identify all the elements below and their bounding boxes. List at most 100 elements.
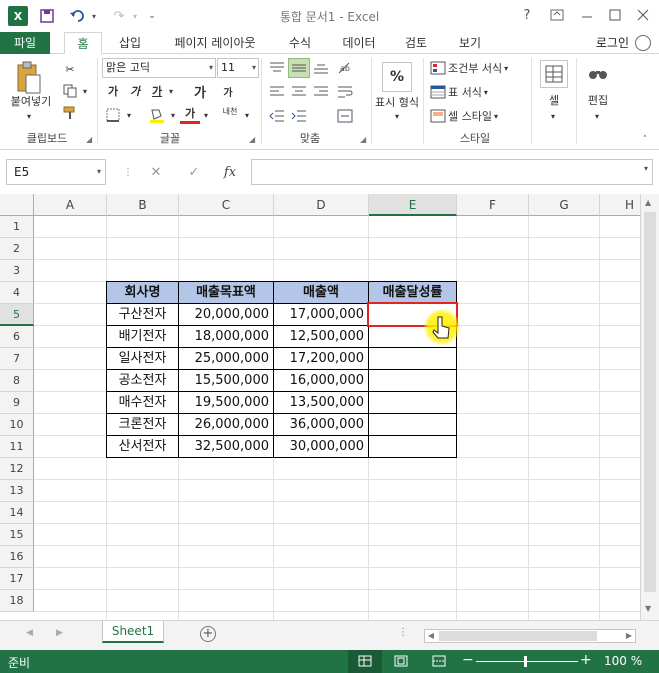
next-sheet-icon[interactable]: ▶: [56, 628, 63, 638]
tab-review[interactable]: 검토: [396, 32, 436, 54]
target-sales-cell[interactable]: 32,500,000: [178, 435, 274, 458]
collapse-ribbon-icon[interactable]: ˄: [638, 134, 652, 146]
orientation-icon[interactable]: ab: [334, 58, 356, 78]
tab-file[interactable]: 파일: [0, 32, 50, 54]
scroll-up-icon[interactable]: ▲: [645, 198, 651, 207]
row-header-10[interactable]: 10: [0, 414, 34, 436]
row-header-7[interactable]: 7: [0, 348, 34, 370]
column-header-e[interactable]: E: [369, 194, 457, 216]
name-box[interactable]: E5 ▾: [6, 159, 106, 185]
prev-sheet-icon[interactable]: ◀: [26, 628, 33, 638]
company-name-cell[interactable]: 매수전자: [106, 391, 179, 414]
scroll-thumb[interactable]: [644, 212, 656, 592]
zoom-in-icon[interactable]: +: [580, 652, 592, 668]
align-center-icon[interactable]: [288, 82, 310, 102]
table-header-cell[interactable]: 매출액: [273, 281, 369, 304]
maximize-icon[interactable]: [602, 4, 628, 26]
row-header-6[interactable]: 6: [0, 326, 34, 348]
fill-color-icon[interactable]: [146, 106, 168, 124]
paste-button[interactable]: 붙여넣기: [6, 94, 56, 108]
new-sheet-icon[interactable]: +: [200, 626, 216, 642]
scroll-right-icon[interactable]: ▶: [623, 630, 635, 642]
target-sales-cell[interactable]: 25,000,000: [178, 347, 274, 370]
normal-view-button[interactable]: [348, 650, 382, 673]
phonetic-dropdown-icon[interactable]: ▾: [242, 106, 252, 124]
font-color-dropdown-icon[interactable]: ▾: [201, 106, 211, 124]
row-header-1[interactable]: 1: [0, 216, 34, 238]
ribbon-display-icon[interactable]: [544, 4, 570, 26]
sales-cell[interactable]: 13,500,000: [273, 391, 369, 414]
minimize-icon[interactable]: [574, 4, 600, 26]
tab-view[interactable]: 보기: [450, 32, 490, 54]
number-format-percent-button[interactable]: %: [382, 62, 412, 92]
tab-page-layout[interactable]: 페이지 레이아웃: [164, 32, 266, 54]
row-header-5[interactable]: 5: [0, 304, 34, 326]
column-header-a[interactable]: A: [34, 194, 107, 216]
table-format-icon[interactable]: [428, 84, 448, 100]
achievement-rate-cell[interactable]: [368, 369, 457, 392]
insert-function-icon[interactable]: fx: [218, 161, 242, 183]
company-name-cell[interactable]: 일사전자: [106, 347, 179, 370]
sales-cell[interactable]: 16,000,000: [273, 369, 369, 392]
align-bottom-icon[interactable]: [310, 58, 332, 78]
target-sales-cell[interactable]: 18,000,000: [178, 325, 274, 348]
company-name-cell[interactable]: 공소전자: [106, 369, 179, 392]
scroll-thumb[interactable]: [439, 631, 597, 641]
phonetic-button[interactable]: 내천: [218, 104, 242, 118]
table-header-cell[interactable]: 회사명: [106, 281, 179, 304]
clipboard-launcher-icon[interactable]: ◢: [86, 135, 92, 144]
zoom-slider-thumb[interactable]: [524, 656, 527, 667]
enter-icon[interactable]: ✓: [182, 161, 206, 183]
format-painter-icon[interactable]: [60, 104, 80, 122]
conditional-format-button[interactable]: 조건부 서식 ▾: [448, 60, 524, 76]
number-format-dropdown-icon[interactable]: ▾: [392, 110, 402, 122]
column-header-c[interactable]: C: [179, 194, 274, 216]
formula-splitter-icon[interactable]: ⋮: [116, 161, 140, 183]
cut-icon[interactable]: ✂: [60, 60, 80, 78]
row-header-9[interactable]: 9: [0, 392, 34, 414]
zoom-out-icon[interactable]: −: [462, 652, 474, 668]
sales-cell[interactable]: 30,000,000: [273, 435, 369, 458]
tab-data[interactable]: 데이터: [334, 32, 384, 54]
paste-icon[interactable]: [14, 60, 42, 96]
font-size-combo[interactable]: 11 ▾: [217, 58, 259, 78]
splitter-icon[interactable]: ⋮: [398, 627, 408, 638]
achievement-rate-cell[interactable]: [368, 347, 457, 370]
row-header-14[interactable]: 14: [0, 502, 34, 524]
conditional-format-icon[interactable]: [428, 60, 448, 76]
sales-cell[interactable]: 17,200,000: [273, 347, 369, 370]
underline-button[interactable]: 가: [148, 82, 166, 100]
row-header-8[interactable]: 8: [0, 370, 34, 392]
cells-button[interactable]: 셀: [538, 92, 570, 108]
find-icon[interactable]: [584, 60, 612, 88]
close-icon[interactable]: [630, 4, 656, 26]
cell-style-button[interactable]: 셀 스타일 ▾: [448, 108, 518, 124]
grow-font-button[interactable]: 가: [190, 82, 210, 101]
row-header-18[interactable]: 18: [0, 590, 34, 612]
cells-icon[interactable]: [540, 60, 568, 88]
worksheet-grid[interactable]: A B C D E F G H 1 2 3 4 5 6 7 8 9 10 11 12 13 14 15 16 17 18 회사명 매출…: [0, 194, 659, 620]
wrap-text-icon[interactable]: [334, 82, 356, 102]
sheet-tab-sheet1[interactable]: Sheet1: [102, 621, 164, 643]
company-name-cell[interactable]: 배기전자: [106, 325, 179, 348]
sales-cell[interactable]: 36,000,000: [273, 413, 369, 436]
target-sales-cell[interactable]: 19,500,000: [178, 391, 274, 414]
italic-button[interactable]: 가: [126, 82, 144, 100]
achievement-rate-cell[interactable]: [368, 413, 457, 436]
copy-icon[interactable]: [60, 82, 80, 100]
number-format-label[interactable]: 표시 형식: [374, 94, 420, 110]
align-middle-icon[interactable]: [288, 58, 310, 78]
decrease-indent-icon[interactable]: [266, 106, 288, 126]
account-icon[interactable]: [635, 35, 651, 51]
zoom-level[interactable]: 100 %: [604, 654, 642, 668]
border-icon[interactable]: [104, 106, 122, 124]
formula-input[interactable]: ▾: [251, 159, 653, 185]
horizontal-scrollbar[interactable]: ◀ ▶: [424, 629, 636, 643]
page-layout-view-button[interactable]: [394, 655, 408, 670]
target-sales-cell[interactable]: 20,000,000: [178, 303, 274, 326]
row-header-15[interactable]: 15: [0, 524, 34, 546]
border-dropdown-icon[interactable]: ▾: [124, 106, 134, 124]
expand-formula-icon[interactable]: ▾: [644, 164, 648, 173]
sales-cell[interactable]: 12,500,000: [273, 325, 369, 348]
target-sales-cell[interactable]: 15,500,000: [178, 369, 274, 392]
